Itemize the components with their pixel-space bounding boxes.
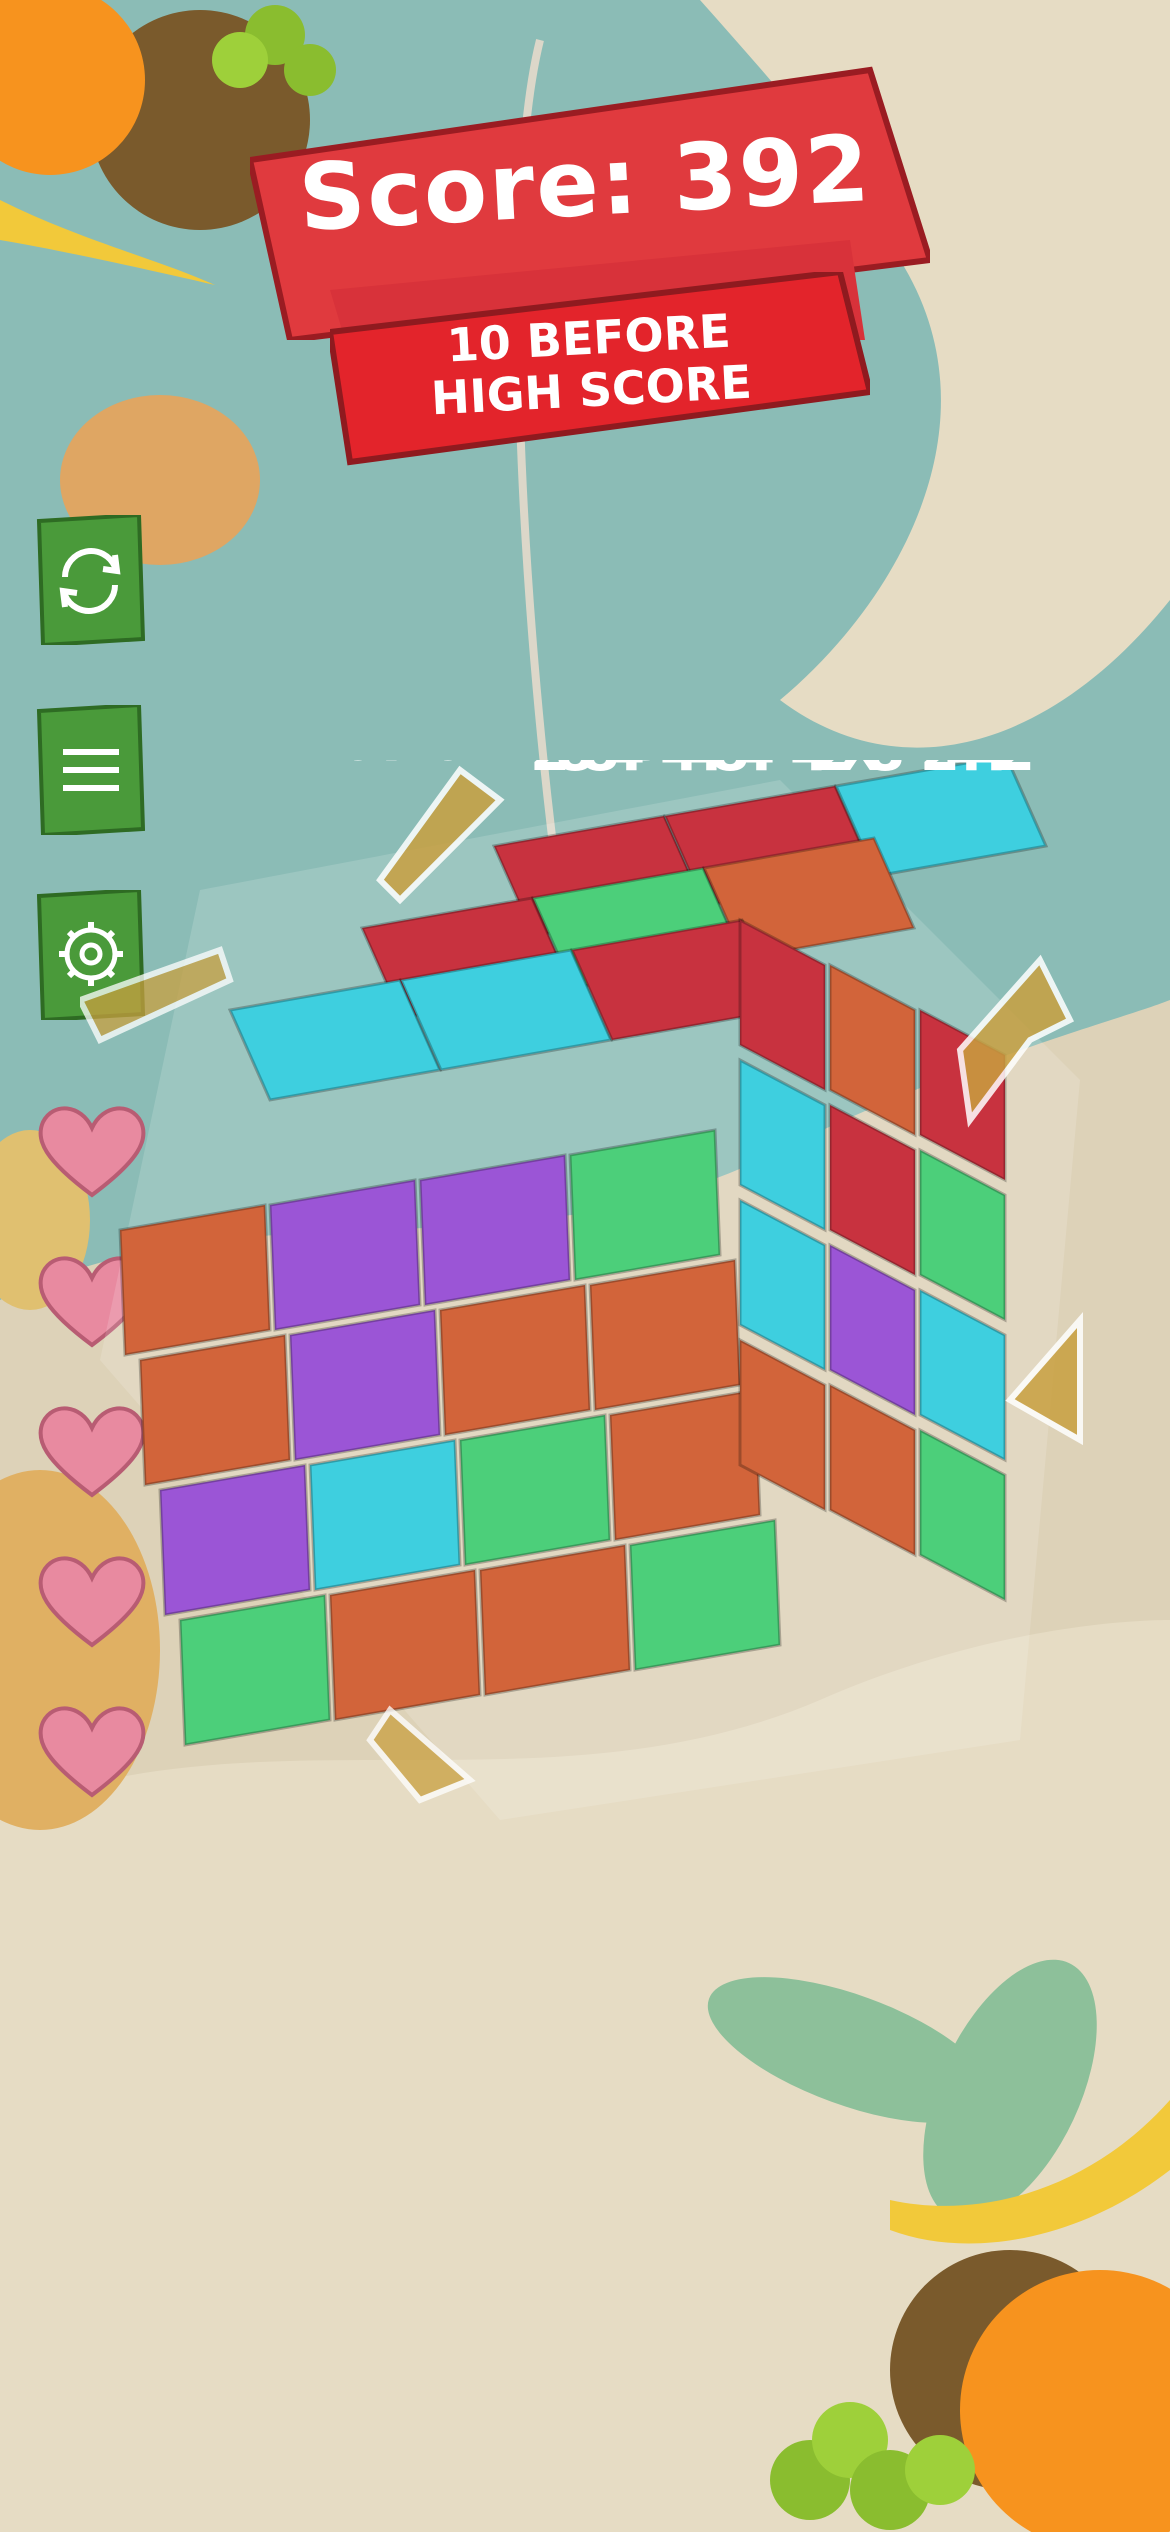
- tile-cube[interactable]: 1616X1624XX16 488248448X242442 16416X162…: [80, 760, 1100, 1820]
- refresh-icon: [36, 512, 146, 648]
- fruit-decoration-bottom-right: [770, 2100, 1170, 2532]
- cube-tile-label: 16: [395, 760, 465, 772]
- cube-tile-label: 4: [785, 760, 825, 774]
- cube-tile-label: 2: [830, 760, 870, 774]
- cube-tile-label: 2: [550, 760, 590, 774]
- cube-tile-label: X: [688, 760, 733, 774]
- cube-tile-label: 4: [740, 760, 780, 774]
- cube-tile-label: 4: [218, 760, 258, 762]
- cube-tile-label: X: [134, 760, 179, 762]
- game-board-cube[interactable]: 1616X1624XX16 488248448X242442 16416X162…: [80, 760, 1100, 1820]
- cube-tile-label: 2: [920, 760, 960, 784]
- restart-button[interactable]: [35, 512, 146, 648]
